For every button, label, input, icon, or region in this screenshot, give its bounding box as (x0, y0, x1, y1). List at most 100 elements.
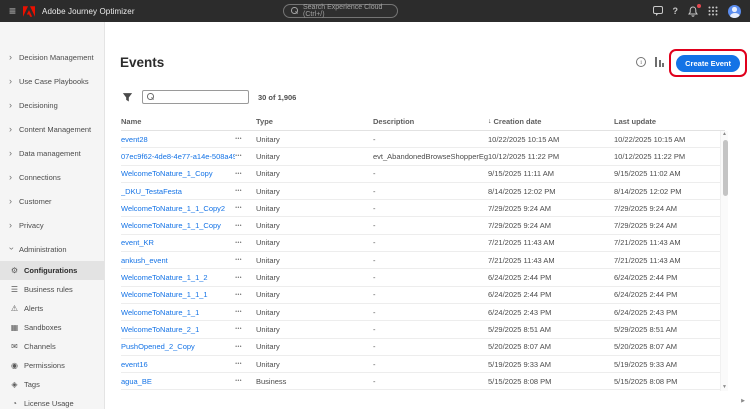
rules-icon: ☰ (10, 286, 19, 294)
sidebar-item-configurations[interactable]: ⚙ Configurations (0, 261, 104, 280)
table-row[interactable]: WelcomeToNature_1_1_Copy ••• Unitary - 7… (121, 217, 725, 234)
event-description: - (373, 238, 488, 247)
vertical-scrollbar[interactable]: ▲ ▼ (720, 131, 728, 391)
sort-descending-icon: ↓ (488, 118, 492, 125)
table-row[interactable]: WelcomeToNature_1_1_2 ••• Unitary - 6/24… (121, 269, 725, 286)
column-header-creation-date[interactable]: ↓ Creation date (488, 117, 614, 126)
table-row[interactable]: PushOpened_2_Copy ••• Unitary - 5/20/202… (121, 339, 725, 356)
more-options-icon[interactable]: ••• (235, 292, 242, 298)
event-creation-date: 5/19/2025 9:33 AM (488, 360, 614, 369)
column-header-last-update[interactable]: Last update (614, 117, 725, 126)
event-name-link[interactable]: WelcomeToNature_1_1 (121, 308, 199, 317)
table-row[interactable]: WelcomeToNature_1_1_1 ••• Unitary - 6/24… (121, 287, 725, 304)
event-name-link[interactable]: 07ec9f62-4de8-4e77-a14e-508a49 (121, 152, 235, 161)
sidebar-item-decision-management[interactable]: › Decision Management (0, 45, 104, 69)
sidebar-item-permissions[interactable]: ◉ Permissions (0, 356, 104, 375)
event-name-link[interactable]: WelcomeToNature_2_1 (121, 325, 199, 334)
table-search-input[interactable] (158, 94, 244, 101)
event-type: Unitary (256, 256, 373, 265)
scroll-down-button[interactable]: ▼ (722, 384, 727, 391)
event-name-link[interactable]: PushOpened_2_Copy (121, 342, 195, 351)
sidebar-item-business-rules[interactable]: ☰ Business rules (0, 280, 104, 299)
table-row[interactable]: WelcomeToNature_2_1 ••• Unitary - 5/29/2… (121, 321, 725, 338)
event-creation-date: 10/22/2025 10:15 AM (488, 135, 614, 144)
table-row[interactable]: event_KR ••• Unitary - 7/21/2025 11:43 A… (121, 235, 725, 252)
more-options-icon[interactable]: ••• (235, 344, 242, 350)
sidebar-item-connections[interactable]: › Connections (0, 165, 104, 189)
more-options-icon[interactable]: ••• (235, 205, 242, 211)
event-name-link[interactable]: WelcomeToNature_1_Copy (121, 169, 213, 178)
assistant-icon[interactable] (653, 6, 663, 16)
sidebar-item-data-management[interactable]: › Data management (0, 141, 104, 165)
event-description: - (373, 204, 488, 213)
sidebar-item-content-management[interactable]: › Content Management (0, 117, 104, 141)
table-row[interactable]: agua_BE ••• Business - 5/15/2025 8:08 PM… (121, 373, 725, 390)
more-options-icon[interactable]: ••• (235, 257, 242, 263)
more-options-icon[interactable]: ••• (235, 240, 242, 246)
table-row[interactable]: ankush_event ••• Unitary - 7/21/2025 11:… (121, 252, 725, 269)
chevron-right-icon: › (9, 221, 14, 230)
event-description: - (373, 135, 488, 144)
column-header-description[interactable]: Description (373, 117, 488, 126)
event-last-update: 5/19/2025 9:33 AM (614, 360, 725, 369)
event-creation-date: 5/20/2025 8:07 AM (488, 342, 614, 351)
app-switcher-icon[interactable] (708, 6, 718, 16)
sidebar-item-administration[interactable]: › Administration (0, 237, 104, 261)
table-row[interactable]: 07ec9f62-4de8-4e77-a14e-508a49 ••• Unita… (121, 148, 725, 165)
event-name-link[interactable]: ankush_event (121, 256, 168, 265)
sidebar-item-channels[interactable]: ✉ Channels (0, 337, 104, 356)
event-name-link[interactable]: agua_BE (121, 377, 152, 386)
more-options-icon[interactable]: ••• (235, 153, 242, 159)
more-options-icon[interactable]: ••• (235, 136, 242, 142)
more-options-icon[interactable]: ••• (235, 188, 242, 194)
event-last-update: 10/12/2025 11:22 PM (614, 152, 725, 161)
create-event-button[interactable]: Create Event (676, 55, 740, 72)
event-name-link[interactable]: WelcomeToNature_1_1_Copy (121, 221, 221, 230)
table-row[interactable]: _DKU_TestaFesta ••• Unitary - 8/14/2025 … (121, 183, 725, 200)
event-name-link[interactable]: event16 (121, 360, 148, 369)
sidebar-item-alerts[interactable]: ⚠ Alerts (0, 299, 104, 318)
sidebar-item-privacy[interactable]: › Privacy (0, 213, 104, 237)
more-options-icon[interactable]: ••• (235, 309, 242, 315)
column-header-type[interactable]: Type (256, 117, 373, 126)
more-options-icon[interactable]: ••• (235, 223, 242, 229)
sidebar-item-customer[interactable]: › Customer (0, 189, 104, 213)
more-options-icon[interactable]: ••• (235, 275, 242, 281)
event-name-link[interactable]: _DKU_TestaFesta (121, 187, 182, 196)
menu-icon[interactable]: ≡ (9, 5, 16, 17)
page-title: Events (120, 55, 164, 70)
help-icon[interactable]: ? (673, 6, 679, 16)
table-row[interactable]: event16 ••• Unitary - 5/19/2025 9:33 AM … (121, 356, 725, 373)
sidebar-item-sandboxes[interactable]: ▦ Sandboxes (0, 318, 104, 337)
more-options-icon[interactable]: ••• (235, 378, 242, 384)
event-name-link[interactable]: event_KR (121, 238, 154, 247)
chevron-right-icon: › (9, 149, 14, 158)
table-row[interactable]: WelcomeToNature_1_Copy ••• Unitary - 9/1… (121, 166, 725, 183)
notifications-icon[interactable] (688, 6, 698, 17)
scroll-right-button[interactable]: ▶ (741, 398, 745, 404)
avatar[interactable] (728, 5, 741, 18)
table-row[interactable]: event28 ••• Unitary - 10/22/2025 10:15 A… (121, 131, 725, 148)
filter-icon[interactable] (122, 92, 133, 103)
table-row[interactable]: WelcomeToNature_1_1 ••• Unitary - 6/24/2… (121, 304, 725, 321)
event-description: - (373, 187, 488, 196)
info-icon[interactable]: i (636, 57, 646, 67)
more-options-icon[interactable]: ••• (235, 361, 242, 367)
event-name-link[interactable]: WelcomeToNature_1_1_2 (121, 273, 208, 282)
table-search[interactable] (142, 90, 249, 104)
more-options-icon[interactable]: ••• (235, 171, 242, 177)
sidebar-item-decisioning[interactable]: › Decisioning (0, 93, 104, 117)
sidebar-item-tags[interactable]: ◈ Tags (0, 375, 104, 394)
sidebar-item-license-usage[interactable]: ◔ License Usage (0, 394, 104, 409)
event-name-link[interactable]: WelcomeToNature_1_1_Copy2 (121, 204, 225, 213)
scroll-up-button[interactable]: ▲ (722, 131, 727, 138)
sidebar-item-use-case-playbooks[interactable]: › Use Case Playbooks (0, 69, 104, 93)
more-options-icon[interactable]: ••• (235, 326, 242, 332)
column-header-name[interactable]: Name (121, 117, 256, 126)
table-row[interactable]: WelcomeToNature_1_1_Copy2 ••• Unitary - … (121, 200, 725, 217)
event-name-link[interactable]: WelcomeToNature_1_1_1 (121, 290, 208, 299)
event-name-link[interactable]: event28 (121, 135, 148, 144)
scrollbar-thumb[interactable] (723, 140, 728, 196)
global-search[interactable]: Search Experience Cloud (Ctrl+/) (283, 4, 398, 18)
table-settings-icon[interactable] (655, 57, 664, 67)
